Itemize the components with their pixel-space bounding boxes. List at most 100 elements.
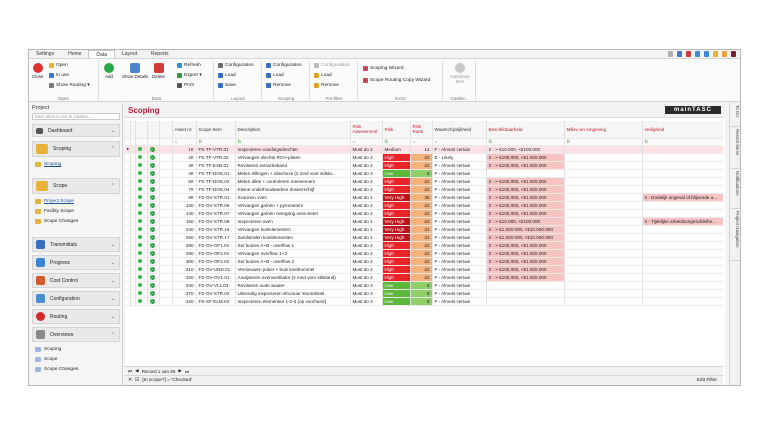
in-scope-check-icon[interactable]: ✓ xyxy=(147,257,160,266)
table-row[interactable]: ✓ 300 FS-OV-OF2.02 Set buizen A+B - overflo… xyxy=(125,257,723,266)
table-row[interactable]: ✓ 310 FS-OV-UND.01 Vernieuwen poker + buis … xyxy=(125,265,723,274)
in-scope-check-icon[interactable]: ✓ xyxy=(147,281,160,290)
nav-routing[interactable]: Routing ⌄ xyxy=(32,309,120,324)
prefilter-load-button[interactable]: Load xyxy=(314,73,332,78)
show-routing-button[interactable]: Show Routing ▾ xyxy=(49,83,90,88)
in-scope-check-icon[interactable]: ✓ xyxy=(147,289,160,298)
in-scope-check-icon[interactable]: ✓ xyxy=(147,177,160,186)
in-scope-check-icon[interactable]: ✓ xyxy=(147,265,160,274)
folder-icon[interactable] xyxy=(713,51,718,57)
nav-scope[interactable]: Scope ⌃ xyxy=(32,178,120,194)
filter-checkbox[interactable]: ☑ xyxy=(135,378,139,383)
in-scope-check-icon[interactable]: ✓ xyxy=(147,225,160,234)
table-row[interactable]: ✓ 250 FS-OV-STR.17 Zandstralen koelelemente… xyxy=(125,233,723,242)
nav-project-scope[interactable]: Project Scope xyxy=(35,199,74,204)
in-scope-check-icon[interactable]: ✓ xyxy=(147,233,160,242)
layout-save-button[interactable]: Save xyxy=(218,83,236,88)
table-row[interactable]: ✓ 130 FS-OV-STR.06 Vervangen gaínen + pyrom… xyxy=(125,201,723,210)
table-row[interactable]: ✓ 290 FS-OV-OF2.01 Vervangen overflow 1+2 Mu… xyxy=(125,249,723,258)
in-scope-check-icon[interactable]: ✓ xyxy=(147,241,160,250)
scoping-load-button[interactable]: Load xyxy=(266,73,284,78)
nav-overview-scope[interactable]: Scope xyxy=(35,357,58,362)
in-scope-check-icon[interactable]: ✓ xyxy=(147,273,160,282)
col-risk[interactable]: Risk xyxy=(382,121,411,139)
nav-scoping-item[interactable]: Scoping xyxy=(35,162,61,167)
nav-cost-control[interactable]: Cost Control ⌄ xyxy=(32,273,120,288)
prev-record-icon[interactable]: ◀ xyxy=(135,368,139,374)
prefilter-configuration-button[interactable]: Configuration xyxy=(314,63,350,68)
col-scope-item[interactable]: Scope Item xyxy=(196,121,236,139)
gatekeep-item-button[interactable]: Gatekeep Item xyxy=(448,63,472,84)
next-record-icon[interactable]: ▶ xyxy=(178,368,182,374)
settings-icon[interactable] xyxy=(704,51,709,57)
table-row[interactable]: ✓ 40 FS-TF-DOS.01 Meten trillingen + oliech… xyxy=(125,169,723,178)
table-row[interactable]: ✓ 70 FS-TF-DOS.04 Kleine onderhoudwerken do… xyxy=(125,185,723,194)
in-scope-check-icon[interactable]: ✓ xyxy=(147,249,160,258)
table-row[interactable]: ✓ 140 FS-OV-STR.07 Vervangen gaínen overgan… xyxy=(125,209,723,218)
open-button[interactable]: Open xyxy=(49,63,68,68)
col-asset-nr[interactable]: Asset nr. xyxy=(172,121,197,139)
table-row[interactable]: ✓ 370 FS-OV-STR.02 Uitvendig inspecteren st… xyxy=(125,289,723,298)
in-scope-check-icon[interactable]: ✓ xyxy=(147,297,160,306)
table-row[interactable]: ✓ 50 FS-TF-DOS.02 Meten dikte + controleren… xyxy=(125,177,723,186)
col-waarschijnlijkheid[interactable]: Waarschijnlijkheid xyxy=(432,121,487,139)
nav-progress[interactable]: Progress ⌄ xyxy=(32,255,120,270)
first-record-icon[interactable]: ⏮ xyxy=(128,369,132,374)
in-scope-check-icon[interactable]: ✓ xyxy=(147,153,160,162)
tab-data[interactable]: Data xyxy=(88,50,115,58)
delete-button[interactable]: Delete xyxy=(152,63,165,79)
nav-facility-scope[interactable]: Facility Scope xyxy=(35,209,74,214)
scoping-remove-button[interactable]: Remove xyxy=(266,83,291,88)
star-icon[interactable] xyxy=(722,51,727,57)
tab-recent-items[interactable]: Recent items xyxy=(731,127,740,169)
col-beschikbaarheid[interactable]: Beschikbaarheid xyxy=(486,121,565,139)
nav-scoping[interactable]: Scoping ⌃ xyxy=(32,141,120,157)
nav-overviews[interactable]: Overviews ⌃ xyxy=(32,327,120,342)
in-scope-check-icon[interactable]: ✓ xyxy=(147,145,160,154)
last-record-icon[interactable]: ⏭ xyxy=(185,369,189,374)
edit-filter-button[interactable]: Edit Filter xyxy=(697,378,717,383)
in-scope-check-icon[interactable]: ✓ xyxy=(147,201,160,210)
tab-notifications[interactable]: Notifications xyxy=(731,169,740,209)
table-row[interactable]: ✓ 30 FS-TF-EXB.01 Reviseren extractieband Mu… xyxy=(125,161,723,170)
table-row[interactable]: ✓ 420 FS-SF-ELM.03 Inspecteren elementen 1-… xyxy=(125,297,723,306)
scoping-configuration-button[interactable]: Configuration xyxy=(266,63,302,68)
in-scope-check-icon[interactable]: ✓ xyxy=(147,185,160,194)
in-scope-check-icon[interactable]: ✓ xyxy=(147,193,160,202)
layout-load-button[interactable]: Load xyxy=(218,73,236,78)
close-filter-icon[interactable]: ✕ xyxy=(128,378,132,383)
col-risk-rank[interactable]: Risk Rank xyxy=(410,121,433,139)
print-button[interactable]: Print xyxy=(177,83,194,88)
table-row[interactable]: ✓ 150 FS-OV-STR.08 Inspecteren oven Must do … xyxy=(125,217,723,226)
globe-icon[interactable] xyxy=(677,51,682,57)
help-icon[interactable] xyxy=(668,51,673,57)
table-row[interactable]: ▸ ✓ 10 FS-TF-VTR.01 Inspecteren voedingsdrec… xyxy=(125,145,723,154)
nav-dashboard[interactable]: Dashboard ⌄ xyxy=(32,124,120,137)
tab-project-navigation[interactable]: Project Navigation xyxy=(731,209,740,261)
col-veiligheid[interactable]: Veiligheid xyxy=(642,121,723,139)
tab-to-do[interactable]: To Do xyxy=(731,103,740,127)
scope-routing-copy-wizard-button[interactable]: Scope Routing Copy Wizard xyxy=(363,78,430,83)
nav-overview-scope-changes[interactable]: Scope Changes xyxy=(35,367,78,372)
table-row[interactable]: ✓ 240 FS-OV-STR.16 Vervangen koelelementen M… xyxy=(125,225,723,234)
search-input[interactable]: Voer tekst in om te zoeken... xyxy=(32,113,120,120)
in-scope-check-icon[interactable]: ✓ xyxy=(147,217,160,226)
export-button[interactable]: Export ▾ xyxy=(177,73,202,78)
table-row[interactable]: ✓ 20 FS-TF-VTR.02 Vervangen slechte RCH-pla… xyxy=(125,153,723,162)
tab-home[interactable]: Home xyxy=(61,50,88,58)
show-details-button[interactable]: Show Details xyxy=(122,63,148,79)
nav-configuration[interactable]: Configuration ⌄ xyxy=(32,291,120,306)
refresh-button[interactable]: Refresh xyxy=(177,63,201,68)
in-use-button[interactable]: In use xyxy=(49,73,69,78)
col-risk-assessment[interactable]: Risk Assessment xyxy=(350,121,383,139)
table-row[interactable]: ✓ 320 FS-OV-OV1.01 Analyseren ovenventilato… xyxy=(125,273,723,282)
nav-transmittals[interactable]: Transmittals ⌄ xyxy=(32,237,120,252)
user-icon[interactable] xyxy=(695,51,700,57)
nav-overview-scoping[interactable]: Scoping xyxy=(35,347,61,352)
table-row[interactable]: ✓ 80 FS-OV-STR.01 Scannen oven Must do 1 Very… xyxy=(125,193,723,202)
prefilter-remove-button[interactable]: Remove xyxy=(314,83,339,88)
in-scope-check-icon[interactable]: ✓ xyxy=(147,169,160,178)
alert-icon[interactable] xyxy=(686,51,691,57)
col-description[interactable]: Description xyxy=(235,121,351,139)
table-row[interactable]: ✓ 340 FS-OV-VL1.03 Reviseren oude waaier Mus… xyxy=(125,281,723,290)
